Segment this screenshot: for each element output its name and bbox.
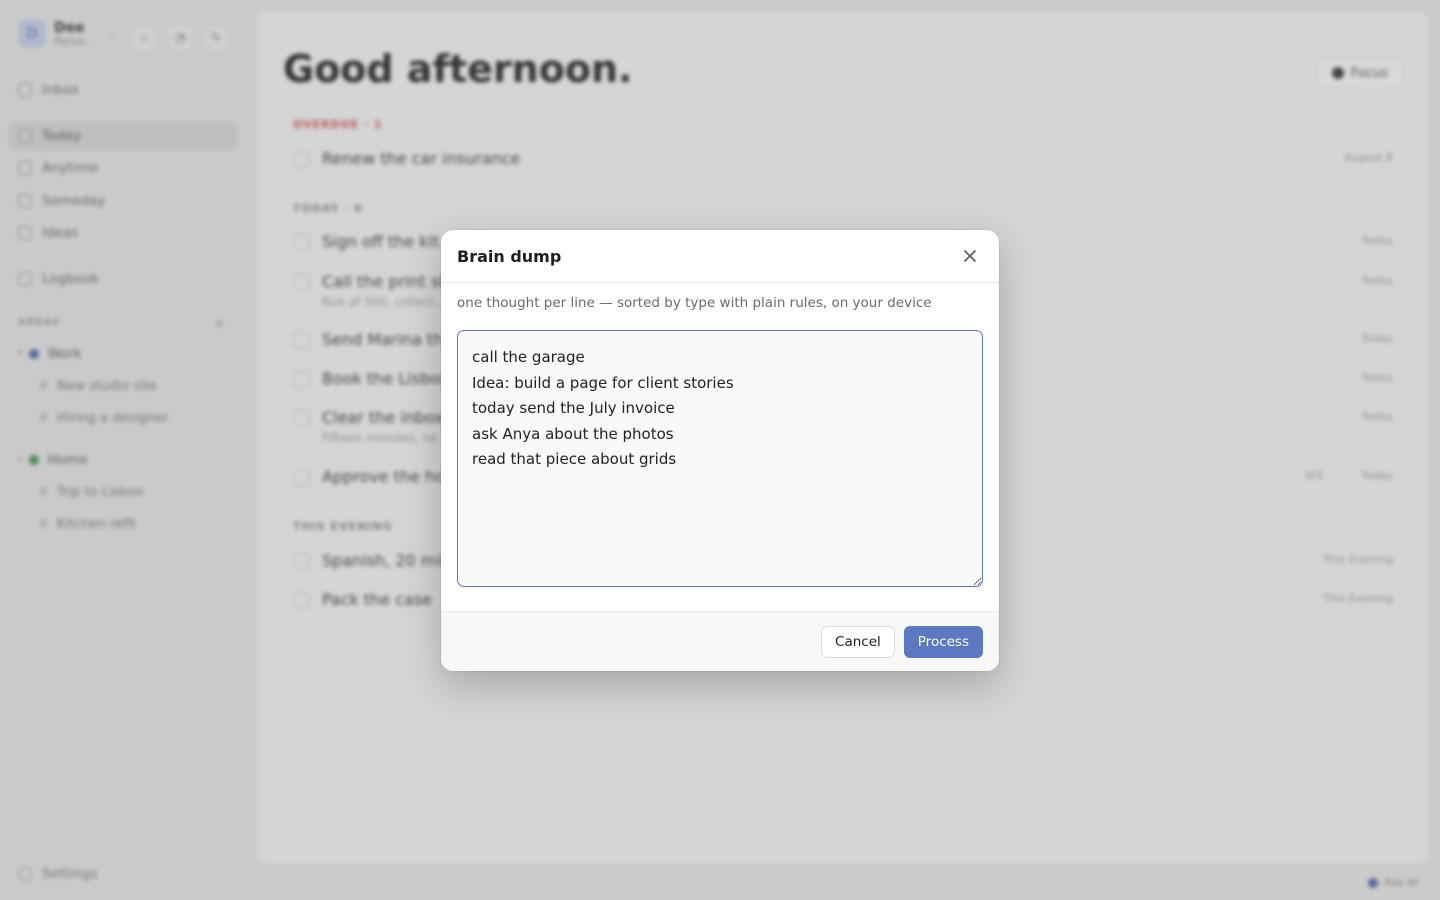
cancel-button[interactable]: Cancel	[821, 625, 895, 658]
brain-dump-dialog: Brain dump one thought per line — sorted…	[441, 230, 999, 671]
brain-dump-textarea[interactable]: call the garage Idea: build a page for c…	[457, 330, 983, 587]
process-button[interactable]: Process	[903, 625, 983, 658]
dialog-header: Brain dump	[441, 230, 999, 283]
close-icon	[964, 250, 976, 262]
dialog-hint: one thought per line — sorted by type wi…	[457, 295, 932, 311]
dialog-footer: Cancel Process	[441, 611, 999, 671]
close-button[interactable]	[957, 243, 983, 269]
dialog-title: Brain dump	[457, 246, 562, 266]
